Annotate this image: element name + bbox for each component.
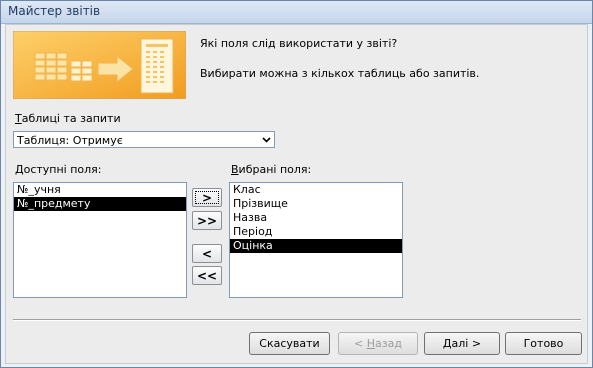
next-button[interactable]: Далі > xyxy=(424,332,500,355)
report-wizard-graphic-icon xyxy=(13,31,186,99)
add-field-button[interactable]: > xyxy=(192,188,222,207)
title-bar[interactable]: Майстер звітів xyxy=(1,1,592,24)
remove-field-button[interactable]: < xyxy=(192,244,222,263)
list-item[interactable]: Прізвище xyxy=(230,197,402,211)
separator xyxy=(13,319,581,321)
back-button[interactable]: < Назад xyxy=(338,332,418,355)
list-item-selected[interactable]: Оцінка xyxy=(230,239,402,253)
list-item[interactable]: Клас xyxy=(230,183,402,197)
list-item-selected[interactable]: №_предмету xyxy=(14,197,186,211)
remove-all-fields-button[interactable]: << xyxy=(192,266,222,285)
list-item[interactable]: Назва xyxy=(230,211,402,225)
selected-fields-list[interactable]: Клас Прізвище Назва Період Оцінка xyxy=(229,182,403,298)
selected-fields-label: Вибрані поля: xyxy=(231,163,312,176)
prompt-question: Які поля слід використати у звіті? xyxy=(200,37,398,50)
chevron-down-icon[interactable] xyxy=(258,132,274,147)
tables-queries-label: Таблиці та запити xyxy=(15,112,121,125)
available-fields-list[interactable]: №_учня №_предмету xyxy=(13,182,187,298)
list-item[interactable]: Період xyxy=(230,225,402,239)
cancel-button[interactable]: Скасувати xyxy=(249,332,330,355)
tables-queries-combobox[interactable]: Таблиця: Отримує xyxy=(13,131,275,148)
combobox-value: Таблиця: Отримує xyxy=(17,134,123,147)
list-item[interactable]: №_учня xyxy=(14,183,186,197)
window-title: Майстер звітів xyxy=(8,4,101,18)
finish-button[interactable]: Готово xyxy=(505,332,582,355)
prompt-hint: Вибирати можна з кількох таблиць або зап… xyxy=(200,67,480,80)
add-all-fields-button[interactable]: >> xyxy=(192,211,222,230)
available-fields-label: Доступні поля: xyxy=(15,163,102,176)
